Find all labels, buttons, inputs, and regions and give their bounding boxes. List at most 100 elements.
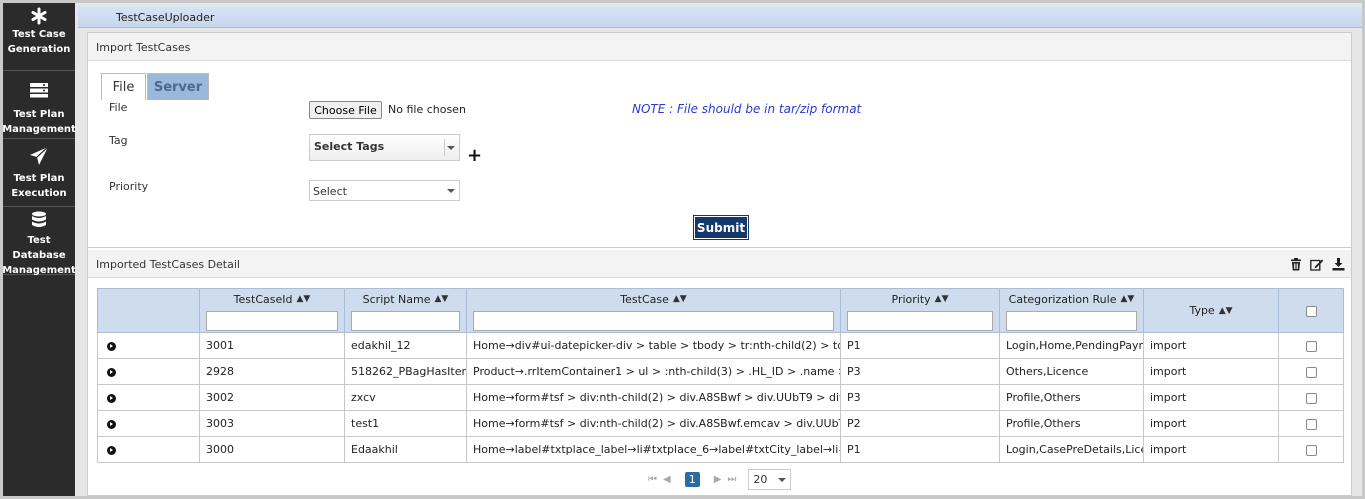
select-all-column-header	[1278, 288, 1344, 333]
chevron-down-icon	[778, 477, 787, 482]
sidebar-item-label: Test Plan Execution	[11, 173, 67, 199]
submit-button[interactable]: Submit	[693, 215, 749, 240]
row-checkbox[interactable]	[1305, 444, 1317, 456]
expand-row-icon[interactable]	[107, 445, 116, 455]
priority-select[interactable]: Select	[309, 180, 460, 201]
row-checkbox[interactable]	[1305, 418, 1317, 430]
sidebar-item-test-plan-execution[interactable]: Test Plan Execution	[3, 139, 75, 207]
column-header-testcaseid[interactable]: TestCaseId ▲▼	[199, 288, 345, 333]
column-header-label: Script Name	[362, 292, 431, 306]
expand-row-icon[interactable]	[107, 341, 116, 351]
tag-select[interactable]: Select Tags	[309, 134, 460, 161]
cell-testcaseid: 3001	[199, 332, 345, 359]
row-checkbox[interactable]	[1305, 392, 1317, 404]
pagination: ⏮ ◀ 1 ▶ ⏭ 20	[648, 469, 792, 490]
server-icon	[29, 79, 49, 101]
cell-categorization-rule: Profile,Others	[999, 410, 1144, 437]
cell-script-name: Edaakhil	[344, 436, 467, 463]
sidebar-item-label: Test Case Generation	[7, 29, 71, 55]
cell-script-name: zxcv	[344, 384, 467, 411]
cell-testcaseid: 3000	[199, 436, 345, 463]
cell-script-name: test1	[344, 410, 467, 437]
cell-priority: P3	[840, 384, 1000, 411]
column-header-testcase[interactable]: TestCase ▲▼	[466, 288, 841, 333]
cell-priority: P2	[840, 410, 1000, 437]
sort-icon[interactable]: ▲▼	[1120, 294, 1134, 304]
table-header-row: TestCaseId ▲▼ Script Name ▲▼ TestCase ▲▼ Pr…	[97, 288, 1344, 333]
main-content: Import TestCases File Server File Choose…	[87, 32, 1352, 496]
filter-input-testcase[interactable]	[473, 311, 834, 331]
cell-testcase: Home→div#ui-datepicker-div > table > tbo…	[466, 332, 841, 359]
expander-column-header	[97, 288, 200, 333]
cell-testcaseid: 3003	[199, 410, 345, 437]
sidebar: Test Case Generation Test Plan Managemen…	[2, 3, 76, 496]
import-panel-title: Import TestCases	[88, 33, 1351, 61]
page-size-value: 20	[753, 473, 768, 486]
testcases-table: TestCaseId ▲▼ Script Name ▲▼ TestCase ▲▼ Pr…	[97, 288, 1344, 463]
tab-file[interactable]: File	[101, 73, 146, 100]
tab-server[interactable]: Server	[147, 73, 209, 100]
table-row[interactable]: 3002 zxcv Home→form#tsf > div:nth-child(…	[97, 384, 1344, 411]
sort-icon[interactable]: ▲▼	[935, 294, 949, 304]
filter-input-testcaseid[interactable]	[206, 311, 338, 331]
sidebar-item-test-database-management[interactable]: Test Database Management	[2, 207, 76, 276]
sort-icon[interactable]: ▲▼	[296, 294, 310, 304]
tag-label: Tag	[109, 134, 128, 147]
filter-input-priority[interactable]	[847, 311, 993, 331]
cell-type: import	[1143, 410, 1279, 437]
filter-input-script-name[interactable]	[351, 311, 460, 331]
expand-row-icon[interactable]	[107, 367, 116, 377]
cell-priority: P3	[840, 358, 1000, 385]
table-row[interactable]: 3001 edakhil_12 Home→div#ui-datepicker-d…	[97, 332, 1344, 359]
sidebar-item-test-case-generation[interactable]: Test Case Generation	[3, 3, 75, 71]
tag-select-placeholder: Select Tags	[314, 140, 385, 153]
table-row[interactable]: 3000 Edaakhil Home→label#txtplace_label→…	[97, 436, 1344, 463]
sort-icon[interactable]: ▲▼	[1219, 306, 1233, 316]
last-page-icon[interactable]: ⏭	[727, 474, 736, 485]
column-header-label: TestCaseId	[233, 292, 293, 306]
import-panel: Import TestCases File Server File Choose…	[88, 33, 1351, 248]
imported-panel-title: Imported TestCases Detail	[96, 258, 240, 271]
filter-input-categorization-rule[interactable]	[1006, 311, 1137, 331]
window-titlebar: TestCaseUploader	[78, 6, 1362, 28]
cell-type: import	[1143, 358, 1279, 385]
cell-categorization-rule: Login,CasePreDetails,Licenc	[999, 436, 1144, 463]
first-page-icon[interactable]: ⏮	[648, 474, 657, 485]
sidebar-item-label: Test Database Management	[2, 235, 76, 276]
select-all-checkbox[interactable]	[1305, 305, 1317, 317]
cell-categorization-rule: Others,Licence	[999, 358, 1144, 385]
edit-icon[interactable]	[1310, 258, 1324, 271]
column-header-label: Priority	[891, 292, 931, 306]
column-header-priority[interactable]: Priority ▲▼	[840, 288, 1000, 333]
priority-select-value: Select	[313, 185, 347, 198]
paper-plane-icon	[29, 145, 49, 167]
prev-page-icon[interactable]: ◀	[663, 474, 671, 485]
page-size-select[interactable]: 20	[748, 469, 792, 490]
table-row[interactable]: 3003 test1 Home→form#tsf > div:nth-child…	[97, 410, 1344, 437]
sort-icon[interactable]: ▲▼	[435, 294, 449, 304]
download-icon[interactable]	[1332, 258, 1345, 271]
sidebar-item-test-plan-management[interactable]: Test Plan Management	[2, 71, 76, 139]
row-checkbox[interactable]	[1305, 366, 1317, 378]
window-title: TestCaseUploader	[116, 11, 215, 24]
chevron-down-icon	[447, 188, 455, 193]
row-checkbox[interactable]	[1305, 340, 1317, 352]
cell-categorization-rule: Profile,Others	[999, 384, 1144, 411]
choose-file-button[interactable]: Choose File	[309, 101, 382, 119]
add-tag-button[interactable]: +	[467, 145, 482, 166]
priority-label: Priority	[109, 180, 149, 193]
expand-row-icon[interactable]	[107, 419, 116, 429]
column-header-type[interactable]: Type ▲▼	[1143, 288, 1279, 333]
trash-icon[interactable]	[1290, 258, 1302, 271]
column-header-categorization-rule[interactable]: Categorization Rule ▲▼	[999, 288, 1144, 333]
page-number-current[interactable]: 1	[684, 472, 700, 487]
table-row[interactable]: 2928 518262_PBagHasItem Product→.rrItemC…	[97, 358, 1344, 385]
cell-testcase: Product→.rrItemContainer1 > ul > :nth-ch…	[466, 358, 841, 385]
column-header-script-name[interactable]: Script Name ▲▼	[344, 288, 467, 333]
imported-panel: Imported TestCases Detail TestCaseId ▲▼ …	[88, 250, 1351, 495]
expand-row-icon[interactable]	[107, 393, 116, 403]
next-page-icon[interactable]: ▶	[714, 474, 722, 485]
file-label: File	[109, 101, 128, 114]
column-header-label: TestCase	[620, 292, 669, 306]
sort-icon[interactable]: ▲▼	[673, 294, 687, 304]
